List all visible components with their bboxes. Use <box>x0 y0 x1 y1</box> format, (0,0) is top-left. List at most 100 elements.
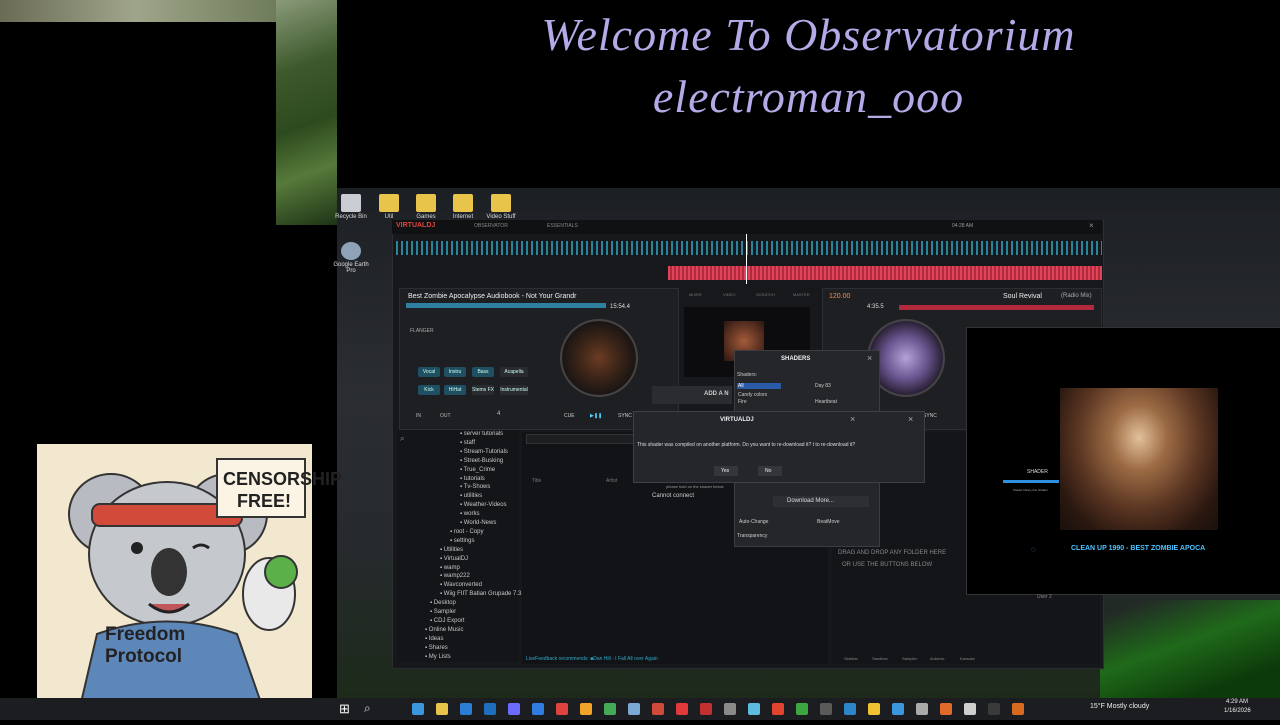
close-icon[interactable]: × <box>850 414 855 424</box>
effect-select[interactable]: FLANGER <box>410 328 434 334</box>
taskbar-app-icon[interactable] <box>436 703 448 715</box>
folder-item[interactable]: ▪ wamp <box>440 565 460 571</box>
folder-item[interactable]: ▪ True_Crime <box>460 467 495 473</box>
desktop-icon-util[interactable]: Util <box>370 194 408 220</box>
stem-bass-button[interactable]: Bass <box>472 367 494 377</box>
category-candy-colors[interactable]: Candy colors <box>738 392 767 398</box>
folder-item[interactable]: ▪ Shares <box>425 645 448 651</box>
taskbar-app-icon[interactable] <box>604 703 616 715</box>
waveform-deck-2[interactable] <box>668 266 1102 280</box>
taskbar-app-icon[interactable] <box>508 703 520 715</box>
folder-item[interactable]: ▪ Desktop <box>430 600 456 606</box>
desktop-icon-recycle-bin[interactable]: Recycle Bin <box>332 194 370 220</box>
folder-item[interactable]: ▪ Online Music <box>425 627 463 633</box>
taskbar-app-icon[interactable] <box>868 703 880 715</box>
folder-item[interactable]: ▪ root - Copy <box>450 529 483 535</box>
folder-item[interactable]: ▪ Sampler <box>430 609 456 615</box>
clock-time[interactable]: 4:29 AM <box>1226 699 1248 705</box>
deck-right-progress[interactable] <box>899 305 1094 310</box>
deck-left-progress[interactable] <box>406 303 606 308</box>
taskbar-app-icon[interactable] <box>964 703 976 715</box>
yes-button[interactable]: Yes <box>714 466 738 476</box>
cue-button[interactable]: CUE <box>564 413 575 419</box>
folder-item[interactable]: ▪ Tv-Shows <box>460 484 490 490</box>
folder-item[interactable]: ▪ server tutorials <box>460 431 503 437</box>
taskbar-app-icon[interactable] <box>748 703 760 715</box>
column-artist[interactable]: Artist <box>606 478 617 484</box>
clock-date[interactable]: 1/16/2026 <box>1224 708 1251 714</box>
folder-item[interactable]: ▪ Wiig FIIT Batian Grupade 7.3.5 <box>440 591 526 597</box>
folder-item[interactable]: ▪ Ideas <box>425 636 443 642</box>
taskbar-app-icon[interactable] <box>412 703 424 715</box>
category-all[interactable]: All <box>737 383 781 389</box>
folder-item[interactable]: ▪ tutorials <box>460 476 485 482</box>
stem-instru-button[interactable]: Instru <box>444 367 466 377</box>
desktop-icon-video-stuff[interactable]: Video Stuff <box>482 194 520 220</box>
download-more-button[interactable]: Download More... <box>773 496 869 507</box>
tab-sandbox[interactable]: Sandbox <box>872 656 888 661</box>
folder-item[interactable]: ▪ Wavconverted <box>440 582 482 588</box>
folder-item[interactable]: ▪ CDJ Export <box>430 618 464 624</box>
taskbar-app-icon[interactable] <box>772 703 784 715</box>
taskbar-app-icon[interactable] <box>556 703 568 715</box>
no-button[interactable]: No <box>758 466 782 476</box>
close-icon[interactable]: × <box>1089 221 1094 230</box>
folder-item[interactable]: ▪ settings <box>450 538 474 544</box>
taskbar-app-icon[interactable] <box>988 703 1000 715</box>
taskbar-app-icon[interactable] <box>532 703 544 715</box>
loop-out-button[interactable]: OUT <box>440 413 451 419</box>
taskbar-app-icon[interactable] <box>652 703 664 715</box>
tab-sidebar[interactable]: Sidebar <box>844 656 858 661</box>
play-pause-button[interactable]: ▶❚❚ <box>590 413 602 419</box>
folder-item[interactable]: ▪ utilities <box>460 493 482 499</box>
stems-fx-button[interactable]: Stems FX <box>472 385 494 395</box>
deck-left-platter[interactable] <box>560 319 638 397</box>
taskbar-app-icon[interactable] <box>700 703 712 715</box>
tab-video[interactable]: VIDEO <box>723 292 735 297</box>
desktop-icon-internet[interactable]: Internet <box>444 194 482 220</box>
taskbar-app-icon[interactable] <box>628 703 640 715</box>
desktop-icon-google-earth[interactable]: Google Earth Pro <box>332 242 370 274</box>
loop-size[interactable]: 4 <box>497 411 500 417</box>
taskbar-app-icon[interactable] <box>892 703 904 715</box>
taskbar-app-icon[interactable] <box>796 703 808 715</box>
search-icon[interactable]: ⌕ <box>364 701 371 716</box>
folder-item[interactable]: ▪ Weather-Videos <box>460 502 507 508</box>
close-icon[interactable]: × <box>867 353 872 363</box>
folder-item[interactable]: ▪ Stream-Tutorials <box>460 449 508 455</box>
stem-vocal-button[interactable]: Vocal <box>418 367 440 377</box>
taskbar-app-icon[interactable] <box>916 703 928 715</box>
column-title[interactable]: Title <box>532 478 541 484</box>
stem-kick-button[interactable]: Kick <box>418 385 440 395</box>
live-feedback-status[interactable]: LiveFeedback recommends: ■Dan Hill - I F… <box>526 656 658 662</box>
taskbar-app-icon[interactable] <box>484 703 496 715</box>
search-input[interactable] <box>526 434 638 444</box>
taskbar-app-icon[interactable] <box>844 703 856 715</box>
folder-item[interactable]: ▪ Utilities <box>440 547 463 553</box>
tab-mixer[interactable]: MIXER <box>689 292 702 297</box>
add-button-partial[interactable]: ADD A N <box>652 386 732 404</box>
waveform-deck-1[interactable] <box>396 241 1102 255</box>
category-fire[interactable]: Fire <box>738 399 747 405</box>
tab-sampler[interactable]: Sampler <box>902 656 917 661</box>
folder-item[interactable]: ▪ works <box>460 511 479 517</box>
weather-widget[interactable]: 15°F Mostly cloudy <box>1090 703 1149 710</box>
loop-in-button[interactable]: IN <box>416 413 421 419</box>
taskbar-app-icon[interactable] <box>820 703 832 715</box>
taskbar-app-icon[interactable] <box>724 703 736 715</box>
taskbar-app-icon[interactable] <box>1012 703 1024 715</box>
folder-item[interactable]: ▪ wamp222 <box>440 573 470 579</box>
folder-item[interactable]: ▪ staff <box>460 440 475 446</box>
tab-karaoke[interactable]: Karaoke <box>960 656 975 661</box>
folder-item[interactable]: ▪ World-News <box>460 520 496 526</box>
folder-item[interactable]: ▪ VirtualDJ <box>440 556 468 562</box>
taskbar-app-icon[interactable] <box>580 703 592 715</box>
stem-hihat-button[interactable]: HiHat <box>444 385 466 395</box>
folder-item[interactable]: ▪ Street-Busking <box>460 458 503 464</box>
taskbar-app-icon[interactable] <box>940 703 952 715</box>
tab-observator[interactable]: OBSERVATOR <box>474 223 508 229</box>
taskbar-app-icon[interactable] <box>460 703 472 715</box>
sync-button-right[interactable]: SYNC <box>923 413 937 419</box>
beat-move-checkbox[interactable]: BeatMove <box>817 519 840 525</box>
desktop-icon-games[interactable]: Games <box>407 194 445 220</box>
